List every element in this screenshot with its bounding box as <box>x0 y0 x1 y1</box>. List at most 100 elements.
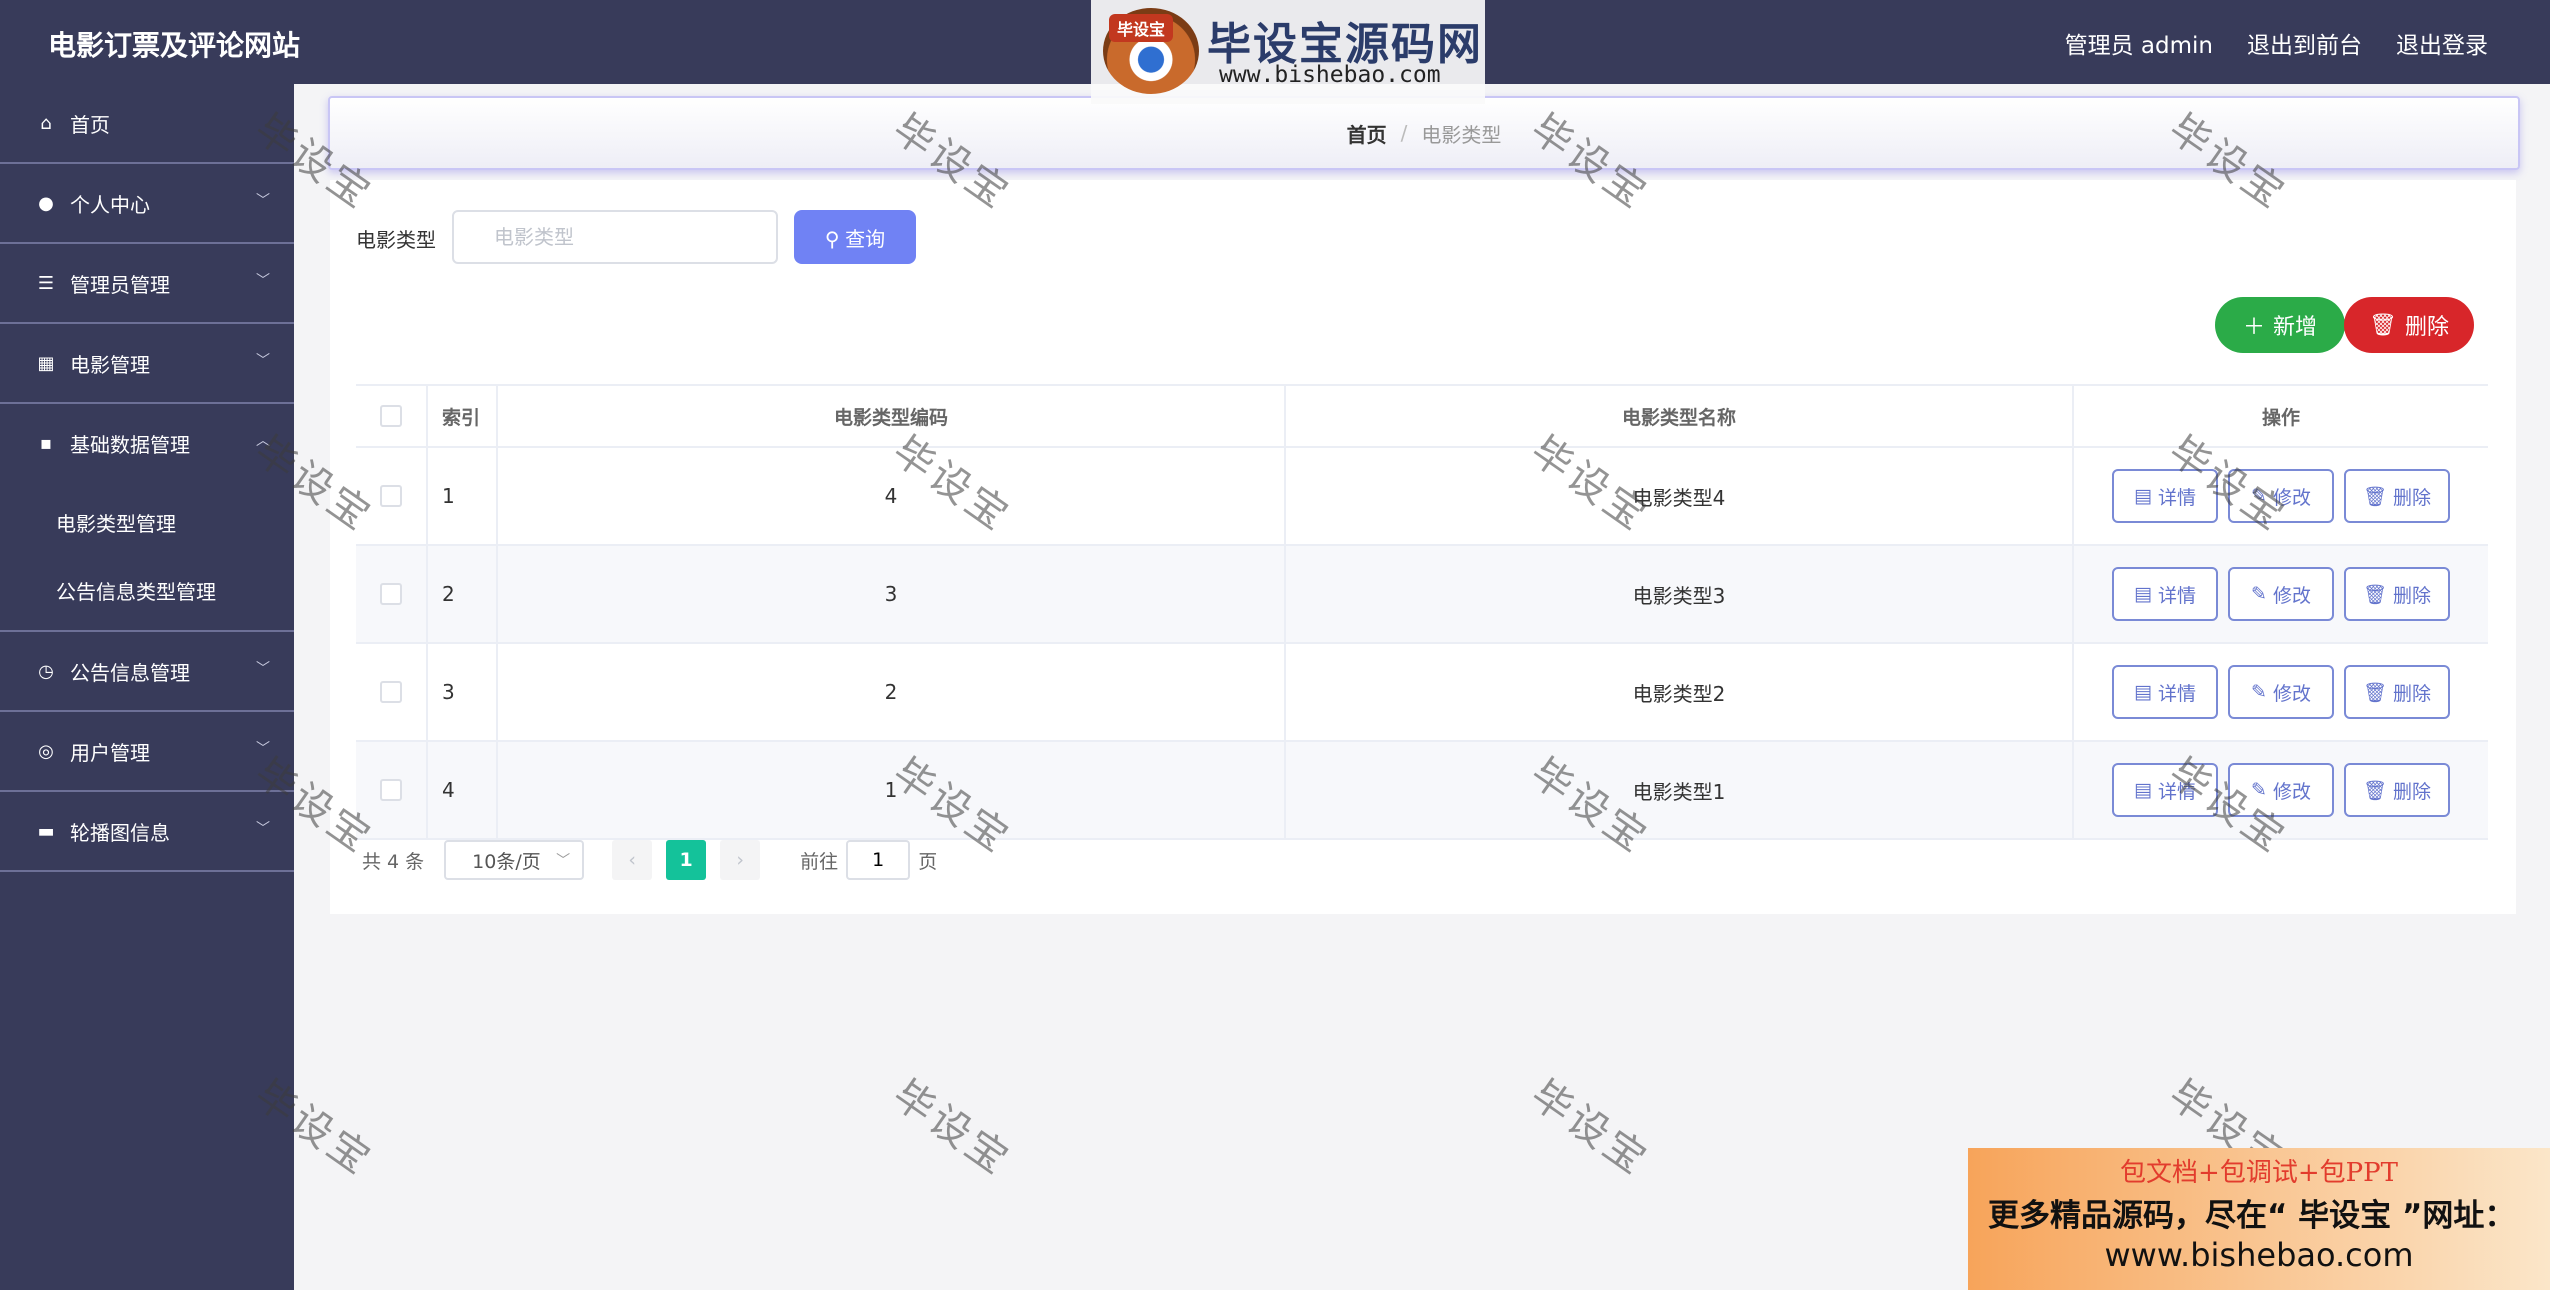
edit-label: 修改 <box>2272 682 2311 705</box>
row-delete-button[interactable]: 🗑 删除 <box>2344 469 2450 523</box>
edit-label: 修改 <box>2272 584 2311 607</box>
detail-label: 详情 <box>2157 486 2196 509</box>
back-to-front-link[interactable]: 退出到前台 <box>2247 26 2362 60</box>
breadcrumb-home[interactable]: 首页 <box>1347 119 1387 148</box>
header-index: 索引 <box>428 386 498 446</box>
header-code: 电影类型编码 <box>498 386 1286 446</box>
sidebar-item-label: 基础数据管理 <box>70 432 190 457</box>
cell-index: 2 <box>428 546 498 642</box>
detail-button[interactable]: ▤ 详情 <box>2112 665 2218 719</box>
trash-icon: 🗑 <box>2362 583 2388 606</box>
sidebar-item-label: 首页 <box>70 112 110 137</box>
header-ops: 操作 <box>2261 406 2300 429</box>
cell-code: 4 <box>498 448 1286 544</box>
chevron-up-icon: ︿ <box>256 433 270 449</box>
edit-icon: ✎ <box>2251 485 2267 507</box>
row-checkbox[interactable] <box>380 485 402 507</box>
sidebar-item-personal-center[interactable]: ● 个人中心 ﹀ <box>0 164 294 244</box>
chevron-down-icon: ﹀ <box>256 273 270 289</box>
delete-label: 删除 <box>2393 780 2432 803</box>
detail-button[interactable]: ▤ 详情 <box>2112 567 2218 621</box>
page-number[interactable]: 1 <box>666 840 707 880</box>
search-label: 电影类型 <box>356 228 436 252</box>
edit-label: 修改 <box>2272 780 2311 803</box>
data-table: 索引 电影类型编码 电影类型名称 操作 1 4 电影类型4 ▤ 详情 ✎ 修改 🗑 删除 2 3 电影… <box>356 384 2488 840</box>
row-delete-button[interactable]: 🗑 删除 <box>2344 665 2450 719</box>
chevron-down-icon: ﹀ <box>556 853 571 869</box>
goto-page-input[interactable] <box>846 840 911 880</box>
plus-icon: ＋ <box>2242 315 2265 340</box>
row-checkbox[interactable] <box>380 583 402 605</box>
prev-page-button[interactable]: ‹ <box>612 840 653 880</box>
row-checkbox[interactable] <box>380 681 402 703</box>
delete-label: 删除 <box>2393 486 2432 509</box>
cell-code: 3 <box>498 546 1286 642</box>
ad-url: www.bishebao.com <box>2104 1236 2414 1274</box>
sidebar-item-basic-data[interactable]: ▪ 基础数据管理 ︿ <box>0 404 294 482</box>
breadcrumb-current: 电影类型 <box>1421 122 1502 147</box>
chevron-left-icon: ‹ <box>628 849 636 871</box>
table-row: 1 4 电影类型4 ▤ 详情 ✎ 修改 🗑 删除 <box>356 448 2488 546</box>
user-icon: ● <box>38 192 54 214</box>
delete-label: 删除 <box>2393 584 2432 607</box>
trash-icon: 🗑 <box>2369 312 2397 338</box>
sidebar-item-movie-management[interactable]: ▦ 电影管理 ﹀ <box>0 324 294 404</box>
edit-button[interactable]: ✎ 修改 <box>2228 567 2334 621</box>
row-checkbox[interactable] <box>380 779 402 801</box>
site-title: 电影订票及评论网站 <box>48 29 301 62</box>
clock-icon: ◷ <box>38 660 54 682</box>
edit-icon: ✎ <box>2251 681 2267 703</box>
message-icon: ▪ <box>39 432 53 454</box>
delete-button-label: 删除 <box>2404 315 2449 340</box>
top-links: 管理员 admin 退出到前台 退出登录 <box>2065 26 2488 60</box>
edit-button[interactable]: ✎ 修改 <box>2228 469 2334 523</box>
cell-ops: ▤ 详情 ✎ 修改 🗑 删除 <box>2074 448 2488 544</box>
ad-line-2: 更多精品源码，尽在“ 毕设宝 ”网址： <box>1988 1198 2516 1234</box>
header-name: 电影类型名称 <box>1286 386 2074 446</box>
sidebar-item-user-management[interactable]: ◎ 用户管理 ﹀ <box>0 712 294 792</box>
chevron-down-icon: ﹀ <box>256 193 270 209</box>
search-input[interactable] <box>452 210 778 264</box>
select-all-checkbox[interactable] <box>380 405 402 427</box>
monitor-icon: ▬ <box>37 820 55 842</box>
add-button[interactable]: ＋ 新增 <box>2215 297 2345 353</box>
sidebar-item-notice-management[interactable]: ◷ 公告信息管理 ﹀ <box>0 632 294 712</box>
submenu-basic-data: 电影类型管理 公告信息类型管理 <box>0 482 294 632</box>
detail-button[interactable]: ▤ 详情 <box>2112 469 2218 523</box>
add-button-label: 新增 <box>2273 315 2318 340</box>
sidebar-item-admin-management[interactable]: ☰ 管理员管理 ﹀ <box>0 244 294 324</box>
sidebar: ⌂ 首页 ● 个人中心 ﹀ ☰ 管理员管理 ﹀ ▦ 电影管理 ﹀ ▪ 基础数据管… <box>0 84 294 1290</box>
sidebar-item-label: 电影管理 <box>70 352 150 377</box>
edit-button[interactable]: ✎ 修改 <box>2228 665 2334 719</box>
detail-button[interactable]: ▤ 详情 <box>2112 763 2218 817</box>
cell-ops: ▤ 详情 ✎ 修改 🗑 删除 <box>2074 644 2488 740</box>
watermark-text: 毕设宝 <box>1522 1071 1657 1185</box>
cell-ops: ▤ 详情 ✎ 修改 🗑 删除 <box>2074 742 2488 838</box>
logout-link[interactable]: 退出登录 <box>2396 26 2488 60</box>
query-button[interactable]: ⚲ 查询 <box>794 210 916 264</box>
chevron-down-icon: ﹀ <box>256 821 270 837</box>
sidebar-item-home[interactable]: ⌂ 首页 <box>0 84 294 164</box>
batch-delete-button[interactable]: 🗑 删除 <box>2344 297 2474 353</box>
edit-button[interactable]: ✎ 修改 <box>2228 763 2334 817</box>
edit-icon: ✎ <box>2251 583 2267 605</box>
main-content: 电影类型 ⚲ 查询 ＋ 新增 🗑 删除 索引 电影类型编码 电影类型名称 操作 … <box>330 180 2516 914</box>
next-page-button[interactable]: › <box>720 840 761 880</box>
ad-banner: 包文档+包调试+包PPT 更多精品源码，尽在“ 毕设宝 ”网址： www.bis… <box>1968 1148 2550 1290</box>
query-button-label: 查询 <box>845 228 886 251</box>
table-header: 索引 电影类型编码 电影类型名称 操作 <box>356 386 2488 448</box>
row-delete-button[interactable]: 🗑 删除 <box>2344 763 2450 817</box>
document-icon: ▤ <box>2134 485 2152 507</box>
cell-index: 4 <box>428 742 498 838</box>
detail-label: 详情 <box>2157 780 2196 803</box>
search-icon: ⚲ <box>824 228 840 251</box>
sidebar-item-carousel[interactable]: ▬ 轮播图信息 ﹀ <box>0 792 294 872</box>
sidebar-subitem-movie-type[interactable]: 电影类型管理 <box>0 488 294 556</box>
chevron-down-icon: ﹀ <box>256 741 270 757</box>
sidebar-subitem-notice-type[interactable]: 公告信息类型管理 <box>0 556 294 624</box>
row-delete-button[interactable]: 🗑 删除 <box>2344 567 2450 621</box>
page-size-select[interactable]: 10条/页 ﹀ <box>444 840 585 880</box>
trash-icon: 🗑 <box>2362 681 2388 704</box>
cell-code: 2 <box>498 644 1286 740</box>
admin-user-label[interactable]: 管理员 admin <box>2065 26 2213 60</box>
